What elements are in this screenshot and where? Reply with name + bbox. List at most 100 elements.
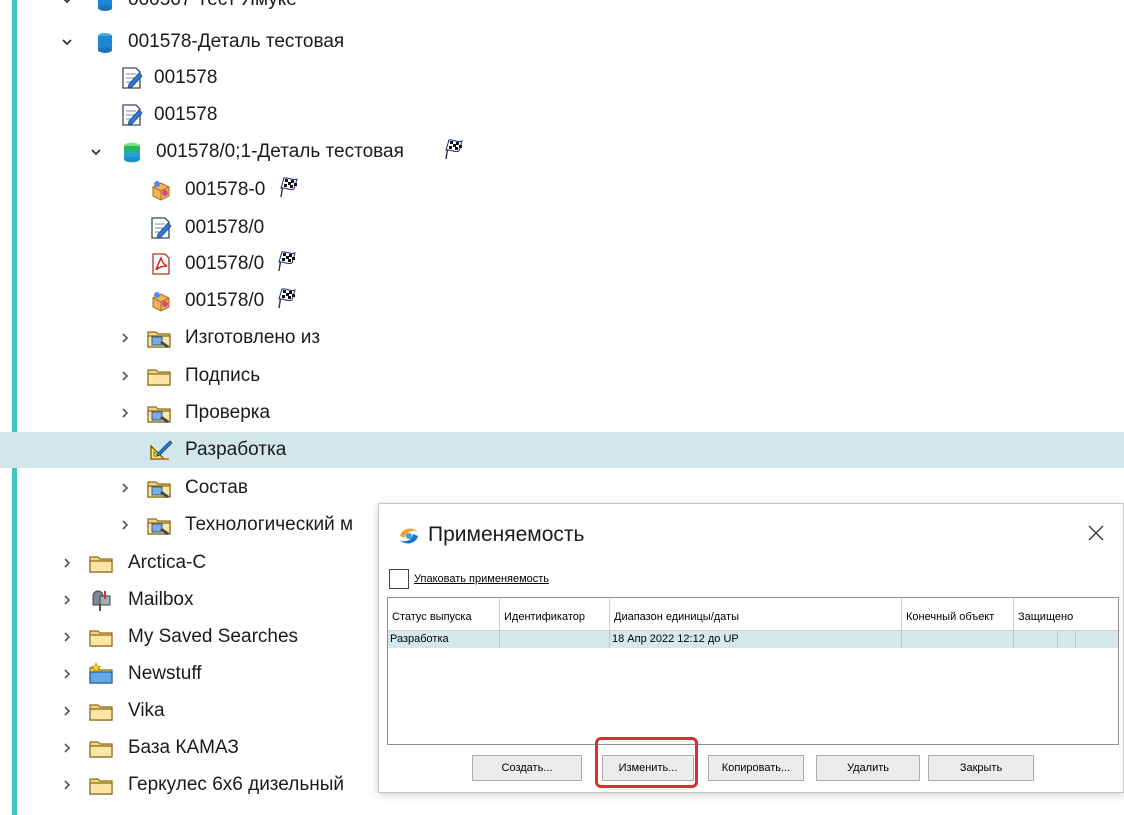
dialog-title: Применяемость (428, 523, 585, 546)
column-header-status[interactable]: Статус выпуска (388, 598, 500, 631)
model-part-icon (148, 178, 174, 202)
model-part-icon (148, 289, 174, 313)
folder-icon (88, 625, 114, 649)
tree-row-label: 001578/0 (185, 217, 265, 238)
tree-row-dataset[interactable]: 001578 (0, 60, 1124, 96)
tree-row-label: Mailbox (128, 589, 194, 610)
chevron-right-icon[interactable] (60, 556, 74, 570)
pseudo-folder-icon (146, 513, 172, 537)
chevron-right-icon[interactable] (60, 741, 74, 755)
tree-row-composition[interactable]: Состав (0, 470, 1124, 506)
chevron-right-icon[interactable] (60, 778, 74, 792)
release-flag-icon (276, 287, 302, 309)
tree-row-label: Разработка (185, 439, 287, 460)
tree-row-check[interactable]: Проверка (0, 395, 1124, 431)
effectivity-dialog: Применяемость Упаковать применяемость Ст… (378, 503, 1124, 793)
chevron-right-icon[interactable] (60, 704, 74, 718)
cell-status: Разработка (388, 631, 500, 648)
chevron-right-icon[interactable] (118, 369, 132, 383)
tree-row-label: Состав (185, 477, 248, 498)
tree-row-label: 001578-0 (185, 179, 266, 200)
chevron-right-icon[interactable] (118, 331, 132, 345)
pack-effectivity-label: Упаковать применяемость (414, 573, 550, 585)
column-header-protected[interactable]: Защищено (1014, 598, 1118, 631)
cell-range: 18 Апр 2022 12:12 до UP (610, 631, 902, 648)
release-flag-icon (443, 138, 469, 160)
edit-button[interactable]: Изменить... (602, 755, 694, 781)
folder-icon (88, 551, 114, 575)
copy-button[interactable]: Копировать... (708, 755, 804, 781)
column-header-end-item[interactable]: Конечный объект (902, 598, 1014, 631)
tree-row-label: База КАМАЗ (128, 737, 239, 758)
tree-row-dataset[interactable]: 001578/0 (0, 283, 1124, 319)
cell-protected (1014, 631, 1058, 648)
column-header-range[interactable]: Диапазон единицы/даты (610, 598, 902, 631)
effectivity-table: Статус выпуска Идентификатор Диапазон ед… (387, 597, 1119, 745)
tree-row-label: Технологический м (185, 514, 354, 535)
create-button[interactable]: Создать... (472, 755, 582, 781)
chevron-down-icon[interactable] (60, 35, 74, 49)
pack-effectivity-checkbox[interactable] (389, 569, 409, 589)
delete-button[interactable]: Удалить (816, 755, 920, 781)
tree-row-dataset[interactable]: 001578 (0, 97, 1124, 133)
tree-row-dataset[interactable]: 001578-0 (0, 172, 1124, 208)
folder-icon (146, 364, 172, 388)
pseudo-folder-icon (146, 476, 172, 500)
folder-icon (88, 699, 114, 723)
release-flag-icon (278, 176, 304, 198)
chevron-right-icon[interactable] (60, 593, 74, 607)
cell-end-item (902, 631, 1014, 648)
database-item-icon (92, 0, 118, 12)
tree-row-label: 001578/0 (185, 290, 265, 311)
tree-row-dataset[interactable]: 001578/0 (0, 210, 1124, 246)
tree-row-label: Newstuff (128, 663, 202, 684)
chevron-down-icon[interactable] (89, 145, 103, 159)
tree-row-label: Vika (128, 700, 165, 721)
tree-row-label: 001578 (154, 67, 218, 88)
text-document-icon (119, 103, 145, 127)
tree-row-label: 000567 Тест Ямуке (128, 0, 297, 11)
mailbox-icon (88, 588, 114, 612)
tree-row-label: Геркулес 6х6 дизельный (128, 774, 344, 795)
tree-row-dataset[interactable]: 001578/0 (0, 246, 1124, 282)
newstuff-folder-icon (88, 662, 114, 686)
release-flag-icon (276, 250, 302, 272)
pack-effectivity-option[interactable]: Упаковать применяемость (389, 568, 549, 590)
chevron-right-icon[interactable] (118, 406, 132, 420)
cell-protected-flag (1058, 631, 1076, 648)
tree-row-001578-item[interactable]: 001578-Деталь тестовая (0, 24, 1124, 60)
chevron-right-icon[interactable] (118, 481, 132, 495)
tree-row-label: Проверка (185, 402, 271, 423)
app-logo-icon (397, 524, 421, 548)
table-header: Статус выпуска Идентификатор Диапазон ед… (388, 598, 1118, 631)
tree-row-label: My Saved Searches (128, 626, 299, 647)
chevron-right-icon[interactable] (118, 518, 132, 532)
tree-row-label: 001578/0;1-Деталь тестовая (156, 141, 404, 162)
chevron-down-icon[interactable] (60, 0, 74, 7)
close-icon[interactable] (1085, 522, 1107, 544)
tree-row-label: 001578-Деталь тестовая (128, 31, 345, 52)
tree-row-development-selected[interactable]: Разработка (0, 432, 1124, 468)
tree-row-label: Подпись (185, 365, 261, 386)
status-ruler-icon (148, 438, 174, 462)
revision-icon (119, 140, 145, 164)
folder-icon (88, 736, 114, 760)
table-row[interactable]: Разработка 18 Апр 2022 12:12 до UP (388, 631, 1118, 648)
chevron-right-icon[interactable] (60, 630, 74, 644)
tree-row-made-from[interactable]: Изготовлено из (0, 320, 1124, 356)
pdf-icon (148, 252, 174, 276)
text-document-icon (119, 66, 145, 90)
chevron-right-icon[interactable] (60, 667, 74, 681)
tree-row-label: 001578/0 (185, 253, 265, 274)
cell-id (500, 631, 610, 648)
close-button[interactable]: Закрыть (928, 755, 1034, 781)
tree-row-000567[interactable]: 000567 Тест Ямуке (0, 0, 1124, 18)
column-header-id[interactable]: Идентификатор (500, 598, 610, 631)
tree-row-signature[interactable]: Подпись (0, 358, 1124, 394)
pseudo-folder-icon (146, 401, 172, 425)
tree-row-label: 001578 (154, 104, 218, 125)
tree-row-revision[interactable]: 001578/0;1-Деталь тестовая (0, 134, 1124, 170)
folder-icon (88, 773, 114, 797)
database-item-icon (92, 30, 118, 54)
tree-row-label: Изготовлено из (185, 327, 321, 348)
